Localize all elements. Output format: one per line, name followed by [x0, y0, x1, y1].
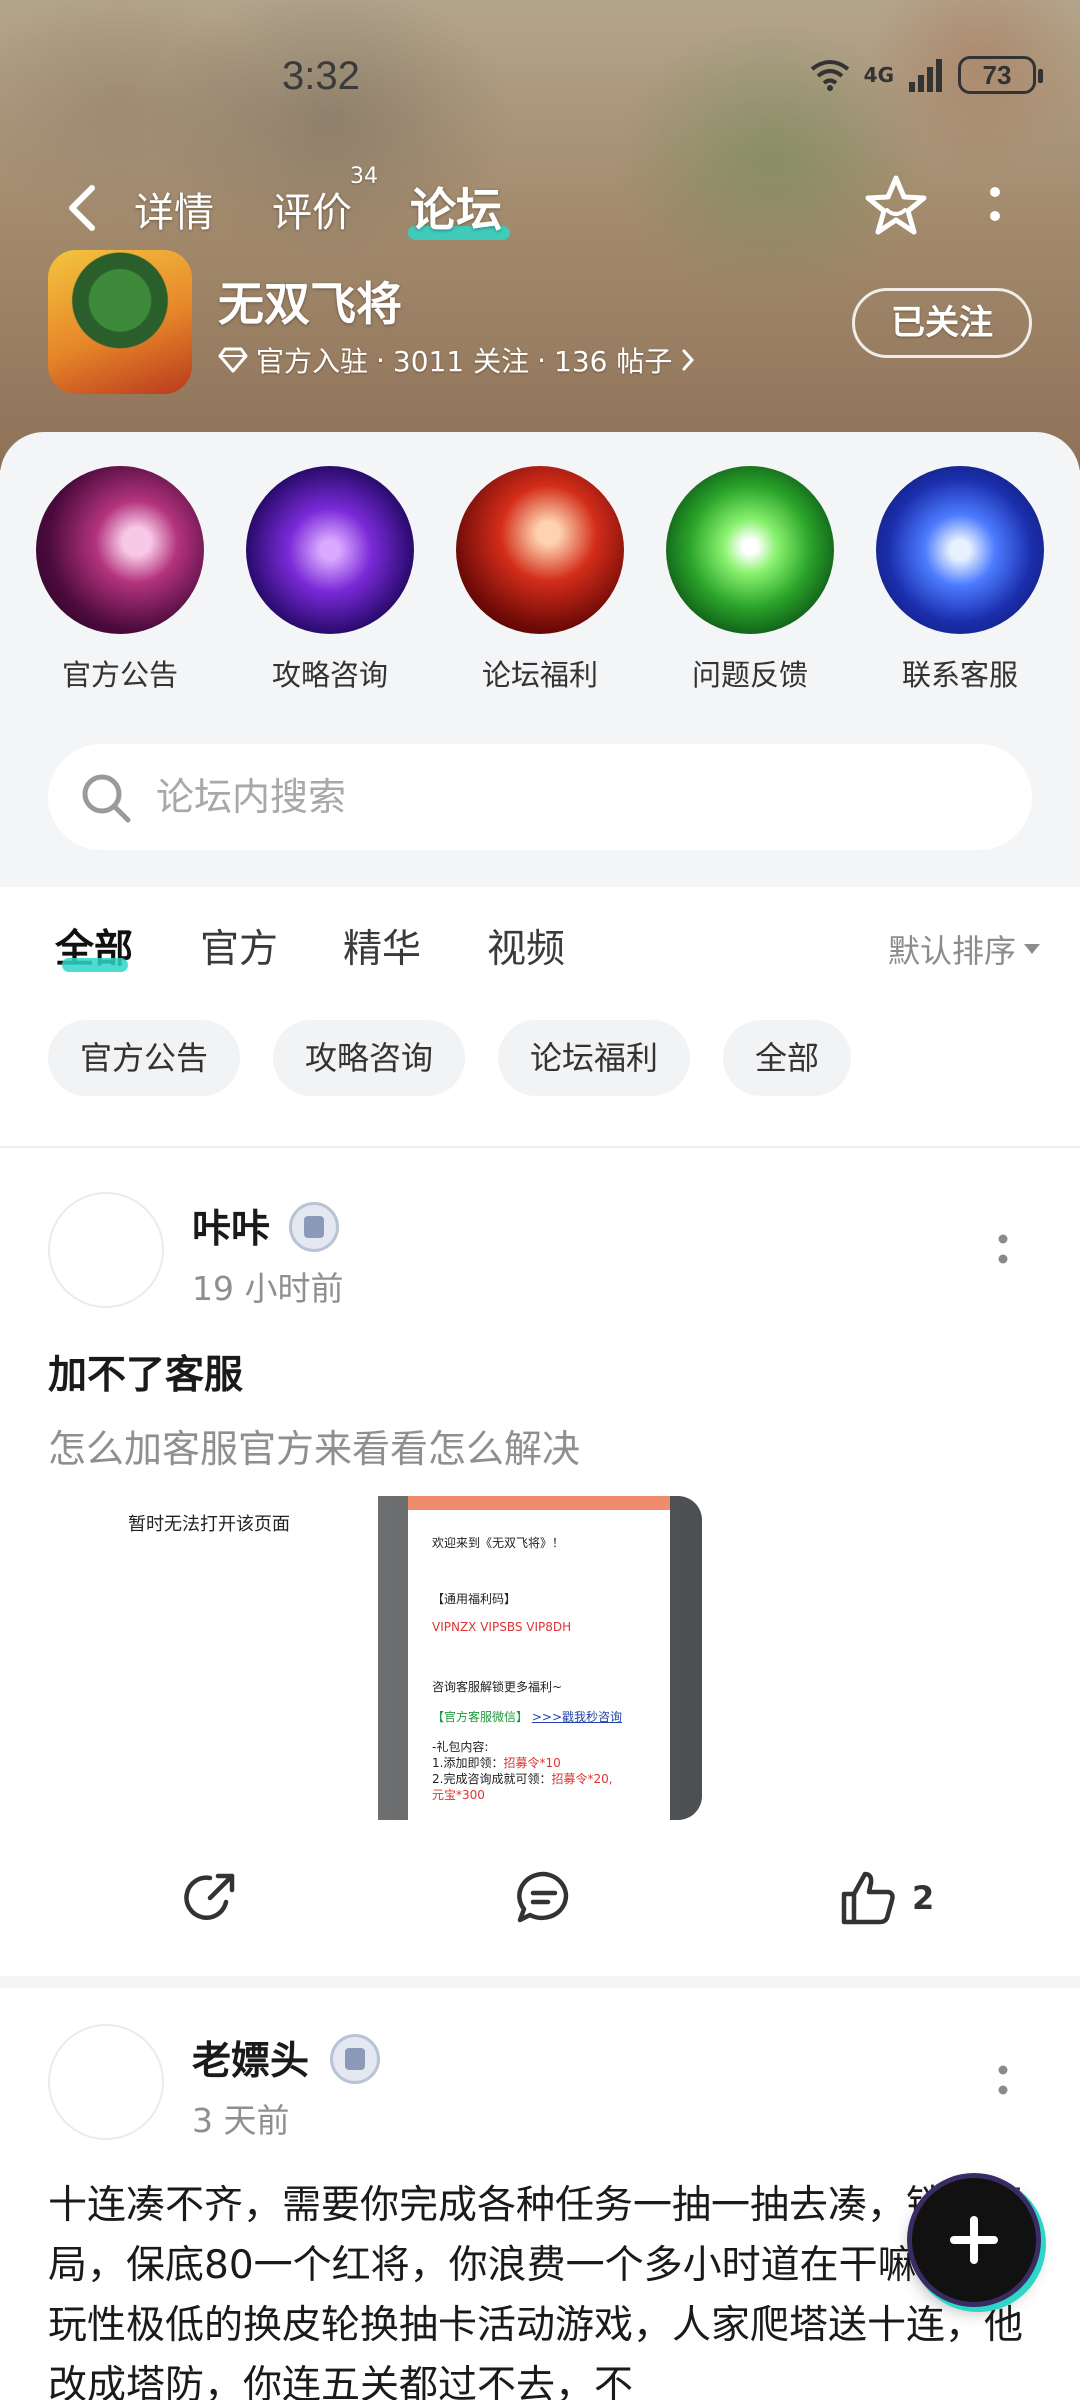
chip-announcement[interactable]: 官方公告 — [48, 1020, 241, 1096]
welfare-icon — [456, 466, 624, 634]
reviews-count-badge: 34 — [350, 164, 378, 189]
card-gift-2: 2.完成咨询成就可领：招募令*20, — [432, 1770, 613, 1787]
chevron-right-icon — [682, 349, 695, 371]
category-label: 联系客服 — [901, 658, 1018, 692]
post-summary[interactable]: 怎么加客服官方来看看怎么解决 — [48, 1418, 580, 1473]
post-title[interactable]: 加不了客服 — [48, 1344, 243, 1400]
game-icon[interactable] — [48, 250, 192, 394]
avatar[interactable] — [48, 2024, 164, 2140]
share-icon — [184, 1873, 235, 1920]
filter-tab-official[interactable]: 官方 — [200, 918, 278, 974]
comment-icon — [517, 1871, 569, 1923]
network-label: 4G — [863, 63, 894, 87]
battery-icon: 73 — [958, 56, 1043, 94]
signal-icon — [909, 59, 942, 92]
card-gift-title: -礼包内容: — [432, 1740, 489, 1754]
tab-details[interactable]: 详情 — [134, 180, 214, 238]
card-gift-1-value: 招募令*10 — [503, 1756, 561, 1770]
category-guide[interactable]: 攻略咨询 — [245, 466, 415, 694]
category-label: 官方公告 — [61, 658, 178, 692]
guide-icon — [246, 466, 414, 634]
diamond-icon — [218, 347, 248, 373]
post-more-icon[interactable] — [988, 2056, 1018, 2106]
caret-down-icon — [1024, 944, 1040, 954]
card-code-title: 【通用福利码】 — [432, 1592, 517, 1606]
post-separator — [0, 1976, 1080, 1988]
card-wechat-link: >>>戳我秒咨询 — [531, 1710, 623, 1724]
card-header-bar — [408, 1496, 670, 1510]
category-shortcuts: 官方公告 攻略咨询 论坛福利 问题反馈 联系客服 — [0, 466, 1080, 696]
announcement-icon — [36, 466, 204, 634]
sort-label: 默认排序 — [887, 932, 1016, 970]
comment-button[interactable] — [514, 1868, 574, 1928]
card-gift-1: 1.添加即领：招募令*10 — [432, 1754, 561, 1771]
card-gift-2-extra: 元宝*300 — [432, 1788, 485, 1802]
filter-tab-featured[interactable]: 精华 — [343, 918, 421, 974]
chip-welfare[interactable]: 论坛福利 — [498, 1020, 691, 1096]
customer-service-icon — [876, 466, 1044, 634]
status-bar: 3:32 4G 73 — [0, 46, 1080, 116]
category-label: 攻略咨询 — [271, 658, 388, 692]
category-announcement[interactable]: 官方公告 — [35, 466, 205, 694]
search-icon — [82, 774, 131, 823]
search-input[interactable] — [156, 744, 996, 850]
user-level-badge — [289, 1202, 339, 1252]
category-feedback[interactable]: 问题反馈 — [665, 466, 835, 694]
game-name: 无双飞将 — [218, 277, 402, 331]
card-codes: VIPNZX VIPSBS VIP8DH — [432, 1620, 572, 1634]
chip-guide[interactable]: 攻略咨询 — [273, 1020, 466, 1096]
back-icon[interactable] — [58, 178, 108, 238]
category-customer-service[interactable]: 联系客服 — [875, 466, 1045, 694]
chip-all[interactable]: 全部 — [723, 1020, 852, 1096]
post-author[interactable]: 老嫖头 — [192, 2030, 309, 2086]
status-time: 3:32 — [282, 54, 360, 98]
card-gift-2-label: 2.完成咨询成就可领： — [432, 1772, 552, 1786]
user-level-badge — [330, 2034, 380, 2084]
card-consult-text: 咨询客服解锁更多福利~ — [432, 1680, 563, 1694]
feedback-icon — [666, 466, 834, 634]
favorite-star-icon[interactable] — [860, 170, 932, 242]
category-welfare[interactable]: 论坛福利 — [455, 466, 625, 694]
tab-reviews[interactable]: 评价 — [272, 180, 352, 238]
verified-label: 官方入驻 — [256, 345, 369, 378]
meta-separator: · — [537, 343, 546, 377]
card-gift-2-value: 招募令*20, — [551, 1772, 613, 1786]
filter-tab-video[interactable]: 视频 — [487, 918, 565, 974]
forum-search — [48, 744, 1032, 850]
image-error-text: 暂时无法打开该页面 — [128, 1514, 290, 1535]
post-time: 3 天前 — [192, 2101, 290, 2140]
like-button[interactable]: 2 — [838, 1868, 934, 1928]
post-author[interactable]: 咔咔 — [192, 1198, 270, 1254]
top-navigation: 详情 评价 34 论坛 — [0, 164, 1080, 248]
more-options-icon[interactable] — [980, 176, 1010, 236]
post-image-failed[interactable]: 暂时无法打开该页面 — [48, 1496, 372, 1820]
wifi-icon — [810, 60, 849, 91]
follow-button[interactable]: 已关注 — [852, 288, 1032, 358]
card-wechat-row: 【官方客服微信】 >>>戳我秒咨询 — [432, 1708, 622, 1725]
post-more-icon[interactable] — [988, 1225, 1018, 1275]
status-icons: 4G 73 — [810, 56, 1043, 94]
meta-separator: · — [376, 343, 385, 377]
post-time: 19 小时前 — [192, 1269, 344, 1308]
game-meta[interactable]: 官方入驻 · 3011 关注 · 136 帖子 — [218, 340, 696, 380]
sort-dropdown[interactable]: 默认排序 — [888, 926, 1040, 972]
post-image[interactable]: 欢迎来到《无双飞将》！ 【通用福利码】 VIPNZX VIPSBS VIP8DH… — [378, 1496, 702, 1820]
like-count: 2 — [912, 1879, 935, 1917]
tab-forum[interactable]: 论坛 — [410, 174, 502, 240]
avatar[interactable] — [48, 1192, 164, 1308]
followers-count: 3011 关注 — [392, 345, 530, 378]
posts-count: 136 帖子 — [554, 345, 673, 378]
category-label: 问题反馈 — [691, 658, 808, 692]
create-post-button[interactable] — [912, 2178, 1036, 2302]
post-body[interactable]: 十连凑不齐，需要你完成各种任务一抽一抽去凑，锁卡开局，保底80一个红将，你浪费一… — [48, 2176, 1032, 2400]
share-button[interactable] — [180, 1868, 240, 1928]
card-gift-1-label: 1.添加即领： — [432, 1756, 504, 1770]
active-filter-indicator — [62, 958, 128, 972]
card-wechat-label: 【官方客服微信】 — [432, 1710, 529, 1724]
divider — [0, 1146, 1080, 1148]
category-label: 论坛福利 — [481, 658, 598, 692]
welfare-card-image: 欢迎来到《无双飞将》！ 【通用福利码】 VIPNZX VIPSBS VIP8DH… — [408, 1496, 670, 1820]
thumbs-up-icon — [841, 1871, 895, 1925]
card-welcome-text: 欢迎来到《无双飞将》！ — [432, 1536, 565, 1550]
